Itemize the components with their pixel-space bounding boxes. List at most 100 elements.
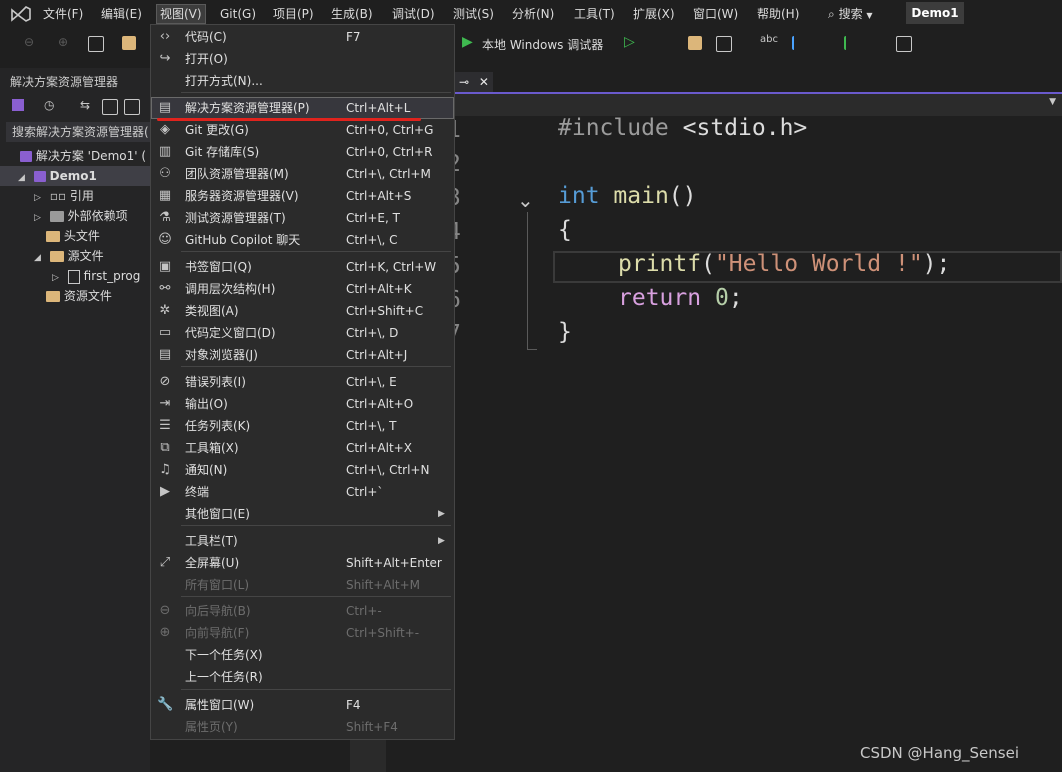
- tree-item-project[interactable]: ◢ Demo1: [0, 166, 150, 186]
- expand-icon: ◢: [18, 173, 25, 183]
- call-hierarchy-icon: ⚯: [159, 281, 171, 296]
- menu-help[interactable]: 帮助(H): [757, 5, 799, 23]
- search-icon: ⌕: [828, 7, 835, 21]
- menu-item-label: 通知(N): [185, 463, 228, 477]
- menu-item-shortcut: Ctrl+\, Ctrl+M: [346, 167, 431, 181]
- menu-item-shortcut: Ctrl+Alt+K: [346, 282, 412, 296]
- tree-item-source-files[interactable]: ◢ 源文件: [34, 246, 104, 266]
- solution-search-input[interactable]: 搜索解决方案资源管理器(: [6, 122, 150, 142]
- menu-item-shortcut: Shift+Alt+Enter: [346, 556, 442, 570]
- menu-item-label: 测试资源管理器(T): [185, 211, 286, 225]
- menu-extensions[interactable]: 扩展(X): [633, 5, 675, 23]
- code-token: #include: [558, 115, 669, 141]
- code-token: <stdio.h>: [682, 115, 808, 141]
- menu-item-label: 所有窗口(L): [185, 578, 250, 592]
- run-icon[interactable]: ▶: [462, 34, 473, 50]
- menu-item-label: 向后导航(B): [185, 604, 251, 618]
- tree-label: 资源文件: [63, 289, 112, 303]
- fold-guide: [527, 212, 528, 350]
- menu-item-label: 向前导航(F): [185, 626, 250, 640]
- indent-icon[interactable]: [792, 36, 808, 50]
- menu-item-label: 属性窗口(W): [185, 698, 255, 712]
- menu-edit[interactable]: 编辑(E): [101, 5, 142, 23]
- code-line-3: int main(): [558, 183, 697, 209]
- nav-forward-icon: ⊕: [159, 625, 171, 640]
- menu-item-shortcut: Ctrl+\, D: [346, 326, 399, 340]
- menu-view[interactable]: 视图(V): [156, 4, 206, 24]
- menu-item-label: 书签窗口(Q): [185, 260, 252, 274]
- navigation-bar[interactable]: ▼: [350, 94, 1062, 116]
- menu-item-label: 全屏幕(U): [185, 556, 240, 570]
- expand-icon: ◢: [34, 253, 41, 263]
- tree-item-first-prog[interactable]: ▷ first_prog: [52, 266, 140, 286]
- tree-item-solution[interactable]: 解决方案 'Demo1' (: [20, 146, 146, 166]
- tree-label: Demo1: [49, 169, 97, 183]
- menu-item-shortcut: F7: [346, 30, 361, 44]
- menu-window[interactable]: 窗口(W): [693, 5, 738, 23]
- menu-separator: [181, 525, 451, 526]
- comment-icon[interactable]: [844, 36, 860, 50]
- menu-separator: [181, 596, 451, 597]
- bookmark-icon[interactable]: [896, 36, 912, 52]
- menu-file[interactable]: 文件(F): [43, 5, 83, 23]
- menu-separator: [181, 92, 451, 93]
- menu-item-shortcut: Ctrl+0, Ctrl+R: [346, 145, 433, 159]
- menu-test[interactable]: 测试(S): [453, 5, 494, 23]
- menu-item-shortcut: Ctrl+Alt+J: [346, 348, 408, 362]
- menu-item-shortcut: Shift+Alt+M: [346, 578, 420, 592]
- menu-item-label: 其他窗口(E): [185, 507, 250, 521]
- code-token: int: [558, 183, 600, 209]
- forward-icon[interactable]: ⊕: [58, 35, 68, 49]
- tree-item-external-deps[interactable]: ▷ 外部依赖项: [34, 206, 128, 226]
- fold-chevron-icon[interactable]: ⌄: [517, 188, 534, 212]
- history-icon[interactable]: ◷: [44, 98, 54, 112]
- git-changes-icon: ◈: [160, 122, 170, 137]
- tree-item-references[interactable]: ▷ ▫▫ 引用: [34, 186, 94, 206]
- new-project-icon[interactable]: [88, 36, 104, 52]
- menu-debug[interactable]: 调试(D): [392, 5, 435, 23]
- solution-explorer-title: 解决方案资源管理器: [10, 75, 119, 89]
- search-label: 搜索: [838, 7, 863, 21]
- folder-icon: [46, 231, 60, 242]
- window-layout-icon[interactable]: [716, 36, 732, 52]
- close-tab-icon[interactable]: ✕: [479, 75, 489, 89]
- menu-item-label: 代码定义窗口(D): [185, 326, 276, 340]
- code-definition-icon: ▭: [158, 325, 172, 340]
- menu-item-shortcut: Ctrl+0, Ctrl+G: [346, 123, 434, 137]
- menu-item-shortcut: Ctrl+Alt+O: [346, 397, 414, 411]
- menu-separator: [181, 689, 451, 690]
- menu-git[interactable]: Git(G): [220, 5, 256, 23]
- menu-analyze[interactable]: 分析(N): [512, 5, 554, 23]
- spellcheck-icon[interactable]: abc: [760, 34, 778, 45]
- solution-icon: [20, 151, 32, 162]
- folder-icon: [46, 291, 60, 302]
- sync-icon[interactable]: [12, 99, 24, 111]
- code-icon: ‹›: [159, 29, 171, 44]
- collapse-all-icon[interactable]: [102, 99, 118, 115]
- code-line-1: #include <stdio.h>: [558, 115, 807, 141]
- folder-icon[interactable]: [688, 36, 702, 50]
- search-button[interactable]: ⌕ 搜索 ▼: [828, 5, 873, 22]
- menu-item-shortcut: Ctrl+Shift+-: [346, 626, 420, 640]
- chevron-down-icon[interactable]: ▼: [1049, 97, 1056, 107]
- start-without-debug-icon[interactable]: ▷: [624, 34, 635, 50]
- menu-build[interactable]: 生成(B): [331, 5, 373, 23]
- nav-back-icon: ⊖: [159, 603, 171, 618]
- run-target-label[interactable]: 本地 Windows 调试器: [482, 36, 603, 53]
- tree-item-resource-files[interactable]: 资源文件: [46, 286, 112, 306]
- menu-project[interactable]: 项目(P): [273, 5, 314, 23]
- tree-label: 头文件: [63, 229, 100, 243]
- folder-icon: [49, 251, 64, 262]
- tree-item-header-files[interactable]: 头文件: [46, 226, 100, 246]
- menu-item-label: 解决方案资源管理器(P): [185, 101, 310, 115]
- object-browser-icon: ▤: [158, 347, 172, 362]
- switch-views-icon[interactable]: ⇆: [80, 98, 90, 112]
- back-icon[interactable]: ⊖: [24, 35, 34, 49]
- menu-tools[interactable]: 工具(T): [574, 5, 615, 23]
- editor-tab[interactable]: ⊸ ✕: [455, 72, 493, 92]
- open-folder-icon[interactable]: [122, 36, 136, 50]
- pin-icon[interactable]: ⊸: [459, 75, 469, 89]
- collapsed-icon: ▷: [34, 193, 41, 203]
- show-all-files-icon[interactable]: [124, 99, 140, 115]
- code-token: main: [613, 183, 669, 209]
